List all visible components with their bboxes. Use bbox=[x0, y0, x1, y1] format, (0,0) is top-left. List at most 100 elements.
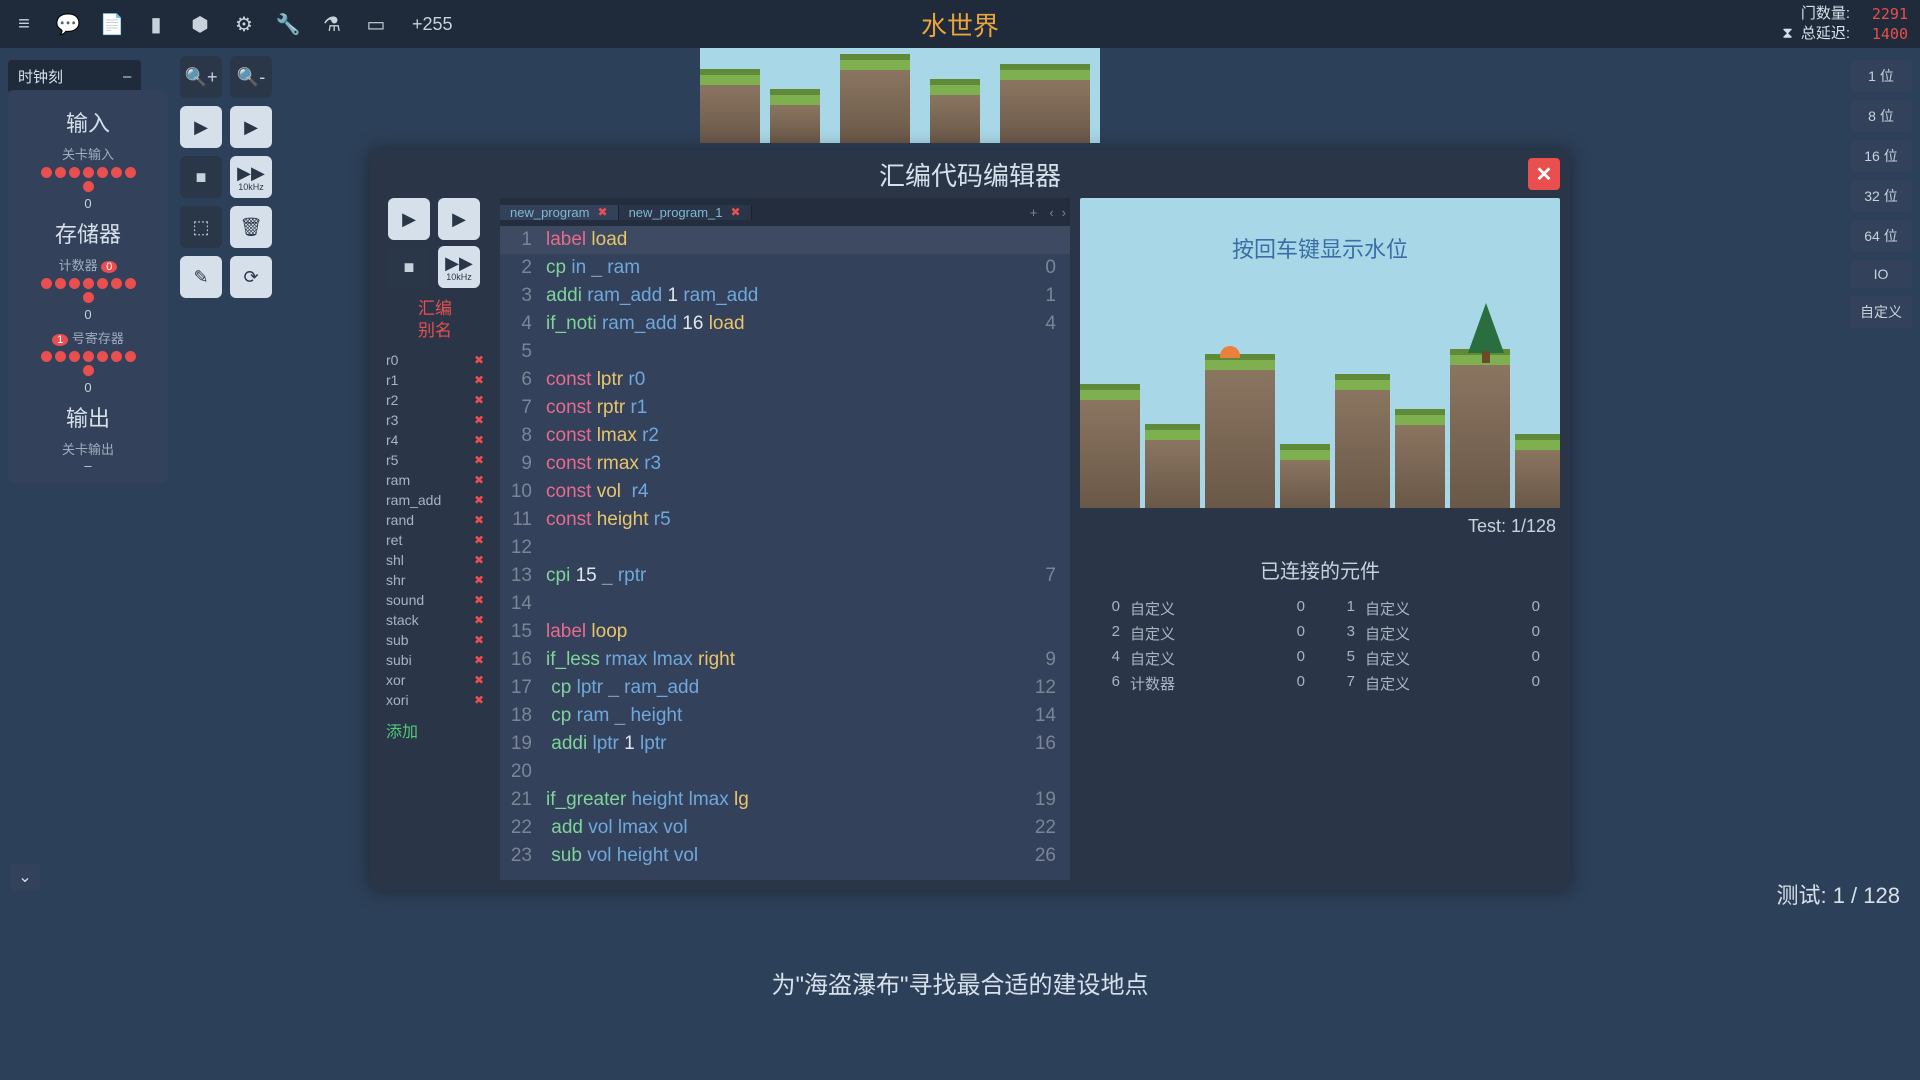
code-line[interactable]: 20 bbox=[500, 758, 1070, 786]
book-icon[interactable]: ▮ bbox=[144, 12, 168, 36]
code-line[interactable]: 2cp in _ ram0 bbox=[500, 254, 1070, 282]
alias-row[interactable]: xori✖ bbox=[380, 690, 490, 710]
edit-icon[interactable]: ✎ bbox=[180, 256, 222, 298]
asm-fast-button[interactable]: ▶▶10kHz bbox=[438, 246, 480, 288]
stop-button[interactable]: ■ bbox=[180, 156, 222, 198]
add-alias-button[interactable]: 添加 bbox=[380, 718, 418, 742]
bit-16[interactable]: 16 位 bbox=[1850, 140, 1912, 172]
bit-8[interactable]: 8 位 bbox=[1850, 100, 1912, 132]
delete-alias-icon[interactable]: ✖ bbox=[474, 693, 484, 707]
close-icon[interactable]: ✕ bbox=[1528, 158, 1560, 190]
asm-step-button[interactable]: ▶ bbox=[388, 198, 430, 240]
code-line[interactable]: 22 add vol lmax vol22 bbox=[500, 814, 1070, 842]
close-tab-icon[interactable]: ✖ bbox=[731, 205, 741, 219]
delete-alias-icon[interactable]: ✖ bbox=[474, 373, 484, 387]
code-line[interactable]: 12 bbox=[500, 534, 1070, 562]
code-line[interactable]: 13cpi 15 _ rptr7 bbox=[500, 562, 1070, 590]
alias-row[interactable]: sound✖ bbox=[380, 590, 490, 610]
bit-io[interactable]: IO bbox=[1850, 260, 1912, 288]
expand-icon[interactable]: ⌄ bbox=[10, 864, 40, 890]
code-line[interactable]: 23 sub vol height vol26 bbox=[500, 842, 1070, 870]
alias-row[interactable]: stack✖ bbox=[380, 610, 490, 630]
close-tab-icon[interactable]: ✖ bbox=[598, 205, 608, 219]
delete-alias-icon[interactable]: ✖ bbox=[474, 533, 484, 547]
bit-32[interactable]: 32 位 bbox=[1850, 180, 1912, 212]
tree-icon[interactable]: ⬢ bbox=[188, 12, 212, 36]
code-line[interactable]: 17 cp lptr _ ram_add12 bbox=[500, 674, 1070, 702]
tab[interactable]: new_program_1✖ bbox=[619, 205, 752, 220]
delete-alias-icon[interactable]: ✖ bbox=[474, 673, 484, 687]
alias-row[interactable]: r4✖ bbox=[380, 430, 490, 450]
alias-row[interactable]: shl✖ bbox=[380, 550, 490, 570]
code-editor[interactable]: 1label load2cp in _ ram03addi ram_add 1 … bbox=[500, 226, 1070, 880]
code-line[interactable]: 6const lptr r0 bbox=[500, 366, 1070, 394]
alias-row[interactable]: rand✖ bbox=[380, 510, 490, 530]
alias-row[interactable]: ram✖ bbox=[380, 470, 490, 490]
code-line[interactable]: 5 bbox=[500, 338, 1070, 366]
code-line[interactable]: 8const lmax r2 bbox=[500, 422, 1070, 450]
code-line[interactable]: 15label loop bbox=[500, 618, 1070, 646]
delete-alias-icon[interactable]: ✖ bbox=[474, 513, 484, 527]
code-line[interactable]: 11const height r5 bbox=[500, 506, 1070, 534]
delete-alias-icon[interactable]: ✖ bbox=[474, 353, 484, 367]
zoom-out-icon[interactable]: 🔍- bbox=[230, 56, 272, 98]
code-line[interactable]: 18 cp ram _ height14 bbox=[500, 702, 1070, 730]
alias-row[interactable]: ret✖ bbox=[380, 530, 490, 550]
chip-icon[interactable]: ▭ bbox=[364, 12, 388, 36]
delete-alias-icon[interactable]: ✖ bbox=[474, 453, 484, 467]
step-button[interactable]: ▶ bbox=[180, 106, 222, 148]
flask-icon[interactable]: ⚗ bbox=[320, 12, 344, 36]
code-line[interactable]: 16if_less rmax lmax right9 bbox=[500, 646, 1070, 674]
alias-row[interactable]: r3✖ bbox=[380, 410, 490, 430]
alias-row[interactable]: r0✖ bbox=[380, 350, 490, 370]
menu-icon[interactable]: ≡ bbox=[12, 12, 36, 36]
plus-count[interactable]: +255 bbox=[412, 14, 453, 35]
code-line[interactable]: 10const vol r4 bbox=[500, 478, 1070, 506]
fast-button[interactable]: ▶▶10kHz bbox=[230, 156, 272, 198]
alias-row[interactable]: r5✖ bbox=[380, 450, 490, 470]
zoom-in-icon[interactable]: 🔍+ bbox=[180, 56, 222, 98]
code-line[interactable]: 4if_noti ram_add 16 load4 bbox=[500, 310, 1070, 338]
tab[interactable]: new_program✖ bbox=[500, 205, 619, 220]
delete-alias-icon[interactable]: ✖ bbox=[474, 573, 484, 587]
alias-row[interactable]: xor✖ bbox=[380, 670, 490, 690]
chat-icon[interactable]: 💬 bbox=[56, 12, 80, 36]
delete-alias-icon[interactable]: ✖ bbox=[474, 433, 484, 447]
code-line[interactable]: 14 bbox=[500, 590, 1070, 618]
input-bits[interactable] bbox=[38, 167, 138, 192]
delete-alias-icon[interactable]: ✖ bbox=[474, 653, 484, 667]
delete-alias-icon[interactable]: ✖ bbox=[474, 493, 484, 507]
code-line[interactable]: 7const rptr r1 bbox=[500, 394, 1070, 422]
delete-icon[interactable]: 🗑 bbox=[230, 206, 272, 248]
alias-row[interactable]: subi✖ bbox=[380, 650, 490, 670]
delete-alias-icon[interactable]: ✖ bbox=[474, 413, 484, 427]
code-line[interactable]: 21if_greater height lmax lg19 bbox=[500, 786, 1070, 814]
clock-selector[interactable]: 时钟刻 – bbox=[8, 60, 141, 93]
code-line[interactable]: 19 addi lptr 1 lptr16 bbox=[500, 730, 1070, 758]
delete-alias-icon[interactable]: ✖ bbox=[474, 633, 484, 647]
delete-alias-icon[interactable]: ✖ bbox=[474, 393, 484, 407]
code-line[interactable]: 3addi ram_add 1 ram_add1 bbox=[500, 282, 1070, 310]
bit-64[interactable]: 64 位 bbox=[1850, 220, 1912, 252]
reg-bits[interactable] bbox=[38, 351, 138, 376]
asm-stop-button[interactable]: ■ bbox=[388, 246, 430, 288]
select-icon[interactable]: ⬚ bbox=[180, 206, 222, 248]
alias-row[interactable]: r2✖ bbox=[380, 390, 490, 410]
add-tab-button[interactable]: + bbox=[1022, 205, 1046, 220]
code-line[interactable]: 1label load bbox=[500, 226, 1070, 254]
delete-alias-icon[interactable]: ✖ bbox=[474, 553, 484, 567]
counter-bits[interactable] bbox=[38, 278, 138, 303]
alias-row[interactable]: r1✖ bbox=[380, 370, 490, 390]
bit-1[interactable]: 1 位 bbox=[1850, 60, 1912, 92]
refresh-icon[interactable]: ⟳ bbox=[230, 256, 272, 298]
play-button[interactable]: ▶ bbox=[230, 106, 272, 148]
tab-prev-icon[interactable]: ‹ bbox=[1045, 205, 1057, 220]
asm-play-button[interactable]: ▶ bbox=[438, 198, 480, 240]
file-icon[interactable]: 📄 bbox=[100, 12, 124, 36]
bit-custom[interactable]: 自定义 bbox=[1850, 296, 1912, 328]
wrench-icon[interactable]: 🔧 bbox=[276, 12, 300, 36]
delete-alias-icon[interactable]: ✖ bbox=[474, 613, 484, 627]
delete-alias-icon[interactable]: ✖ bbox=[474, 473, 484, 487]
alias-row[interactable]: sub✖ bbox=[380, 630, 490, 650]
alias-row[interactable]: shr✖ bbox=[380, 570, 490, 590]
